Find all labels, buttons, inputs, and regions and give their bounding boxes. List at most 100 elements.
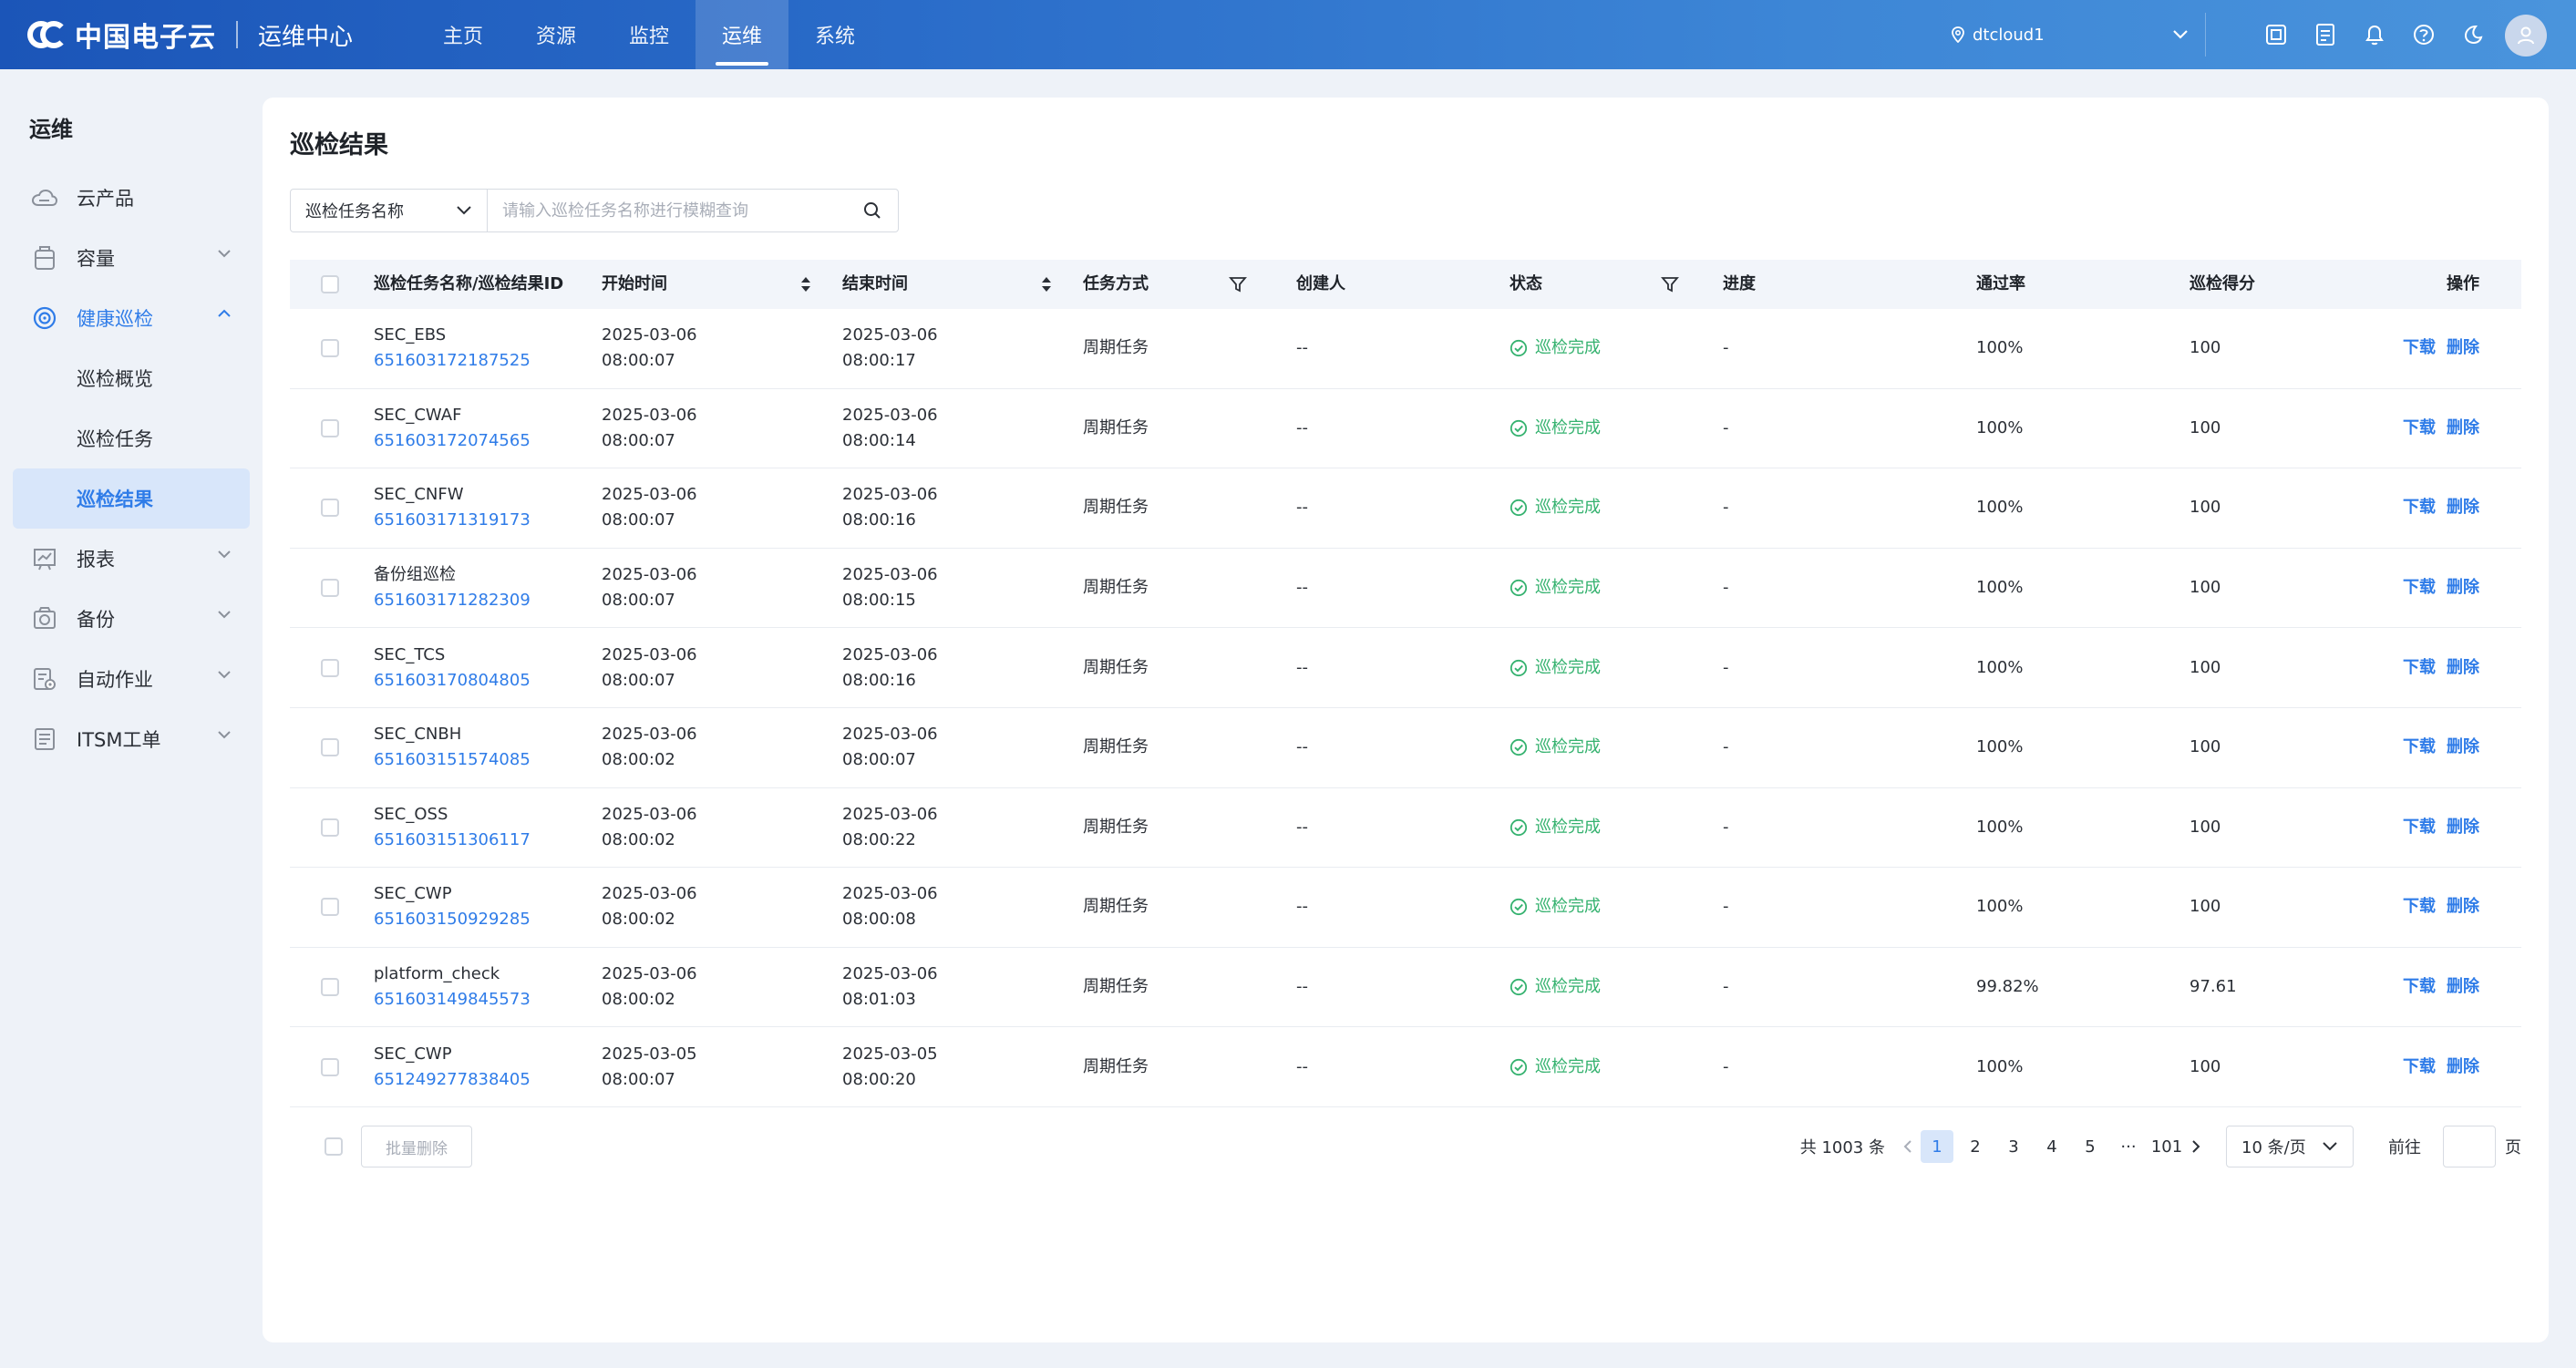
sidebar-item-itsm[interactable]: ITSM工单 [13,709,250,769]
pass-rate-cell: 100% [1976,578,2024,598]
download-button[interactable]: 下载 [2403,815,2436,840]
nav-resources[interactable]: 资源 [510,0,603,69]
row-checkbox[interactable] [321,818,339,837]
delete-button[interactable]: 删除 [2447,335,2479,361]
delete-button[interactable]: 删除 [2447,815,2479,840]
sidebar-item-reports[interactable]: 报表 [13,529,250,589]
select-all-checkbox-cell[interactable] [321,260,339,309]
col-status[interactable]: 状态 [1510,260,1679,309]
page-4[interactable]: 4 [2035,1130,2068,1163]
row-checkbox-cell[interactable] [321,708,339,787]
bell-icon[interactable] [2350,0,2399,69]
brand[interactable]: 中国电子云 运维中心 [0,0,353,69]
batch-delete-button[interactable]: 批量删除 [361,1126,472,1167]
help-icon[interactable] [2399,0,2448,69]
row-checkbox[interactable] [321,978,339,997]
batch-select-checkbox[interactable] [325,1137,343,1156]
result-id-link[interactable]: 651603149845573 [374,987,531,1013]
download-button[interactable]: 下载 [2403,495,2436,520]
page-5[interactable]: 5 [2074,1130,2107,1163]
page-size-select[interactable]: 10 条/页 [2226,1126,2354,1167]
row-checkbox-cell[interactable] [321,468,339,548]
col-start-time[interactable]: 开始时间 [602,260,811,309]
page-last[interactable]: 101 [2150,1130,2183,1163]
sidebar-item-health-check[interactable]: 健康巡检 [13,288,250,348]
download-button[interactable]: 下载 [2403,575,2436,601]
sidebar-item-capacity[interactable]: 容量 [13,228,250,288]
page-1[interactable]: 1 [1921,1130,1953,1163]
sidebar-sub-results[interactable]: 巡检结果 [13,468,250,529]
nav-home[interactable]: 主页 [417,0,510,69]
result-id-link[interactable]: 651603170804805 [374,668,531,694]
row-checkbox-cell[interactable] [321,868,339,947]
row-checkbox[interactable] [321,499,339,518]
sidebar-sub-overview[interactable]: 巡检概览 [13,348,250,408]
page-ellipsis[interactable]: ··· [2112,1130,2145,1163]
moon-icon[interactable] [2448,0,2498,69]
col-mode[interactable]: 任务方式 [1083,260,1247,309]
prev-page-button[interactable] [1898,1139,1918,1154]
row-checkbox-cell[interactable] [321,1027,339,1106]
search-button[interactable] [847,190,898,231]
col-end-time[interactable]: 结束时间 [842,260,1052,309]
sort-icon[interactable] [1041,275,1052,293]
row-checkbox-cell[interactable] [321,788,339,868]
delete-button[interactable]: 删除 [2447,735,2479,760]
page-2[interactable]: 2 [1959,1130,1992,1163]
delete-button[interactable]: 删除 [2447,495,2479,520]
row-checkbox[interactable] [321,658,339,677]
row-checkbox[interactable] [321,738,339,757]
screen-icon[interactable] [2251,0,2301,69]
delete-button[interactable]: 删除 [2447,416,2479,441]
row-checkbox-cell[interactable] [321,309,339,388]
row-checkbox[interactable] [321,418,339,437]
result-id-link[interactable]: 651603172187525 [374,348,531,374]
download-button[interactable]: 下载 [2403,894,2436,920]
row-checkbox[interactable] [321,898,339,917]
delete-button[interactable]: 删除 [2447,655,2479,681]
row-checkbox-cell[interactable] [321,948,339,1027]
sidebar-sub-tasks[interactable]: 巡检任务 [13,408,250,468]
download-button[interactable]: 下载 [2403,974,2436,1000]
row-checkbox-cell[interactable] [321,389,339,468]
goto-page-input[interactable] [2443,1126,2496,1167]
row-checkbox-cell[interactable] [321,549,339,628]
delete-button[interactable]: 删除 [2447,575,2479,601]
sidebar-item-auto-job[interactable]: 自动作业 [13,649,250,709]
download-button[interactable]: 下载 [2403,1054,2436,1080]
row-checkbox[interactable] [321,1057,339,1076]
result-id-link[interactable]: 651603171319173 [374,508,531,533]
sidebar-item-cloud-products[interactable]: 云产品 [13,168,250,228]
result-id-link[interactable]: 651603151306117 [374,828,531,853]
delete-button[interactable]: 删除 [2447,1054,2479,1080]
download-button[interactable]: 下载 [2403,735,2436,760]
filter-icon[interactable] [1661,275,1679,293]
nav-ops[interactable]: 运维 [696,0,789,69]
download-button[interactable]: 下载 [2403,655,2436,681]
nav-system[interactable]: 系统 [788,0,881,69]
sort-icon[interactable] [800,275,811,293]
next-page-button[interactable] [2186,1139,2206,1154]
page-3[interactable]: 3 [1997,1130,2030,1163]
delete-button[interactable]: 删除 [2447,974,2479,1000]
download-button[interactable]: 下载 [2403,335,2436,361]
region-select[interactable]: dtcloud1 [1942,13,2206,57]
row-checkbox[interactable] [321,579,339,598]
search-input[interactable] [488,190,847,231]
sidebar-item-backup[interactable]: 备份 [13,589,250,649]
delete-button[interactable]: 删除 [2447,894,2479,920]
download-button[interactable]: 下载 [2403,416,2436,441]
result-id-link[interactable]: 651603171282309 [374,588,531,613]
result-id-link[interactable]: 651603172074565 [374,428,531,454]
document-icon[interactable] [2301,0,2350,69]
search-field-select[interactable]: 巡检任务名称 [291,190,488,231]
row-checkbox-cell[interactable] [321,628,339,707]
result-id-link[interactable]: 651603151574085 [374,747,531,773]
select-all-checkbox[interactable] [321,275,339,293]
filter-icon[interactable] [1229,275,1247,293]
avatar[interactable] [2505,15,2547,57]
result-id-link[interactable]: 651249277838405 [374,1067,531,1093]
result-id-link[interactable]: 651603150929285 [374,907,531,932]
nav-monitor[interactable]: 监控 [603,0,696,69]
row-checkbox[interactable] [321,339,339,358]
